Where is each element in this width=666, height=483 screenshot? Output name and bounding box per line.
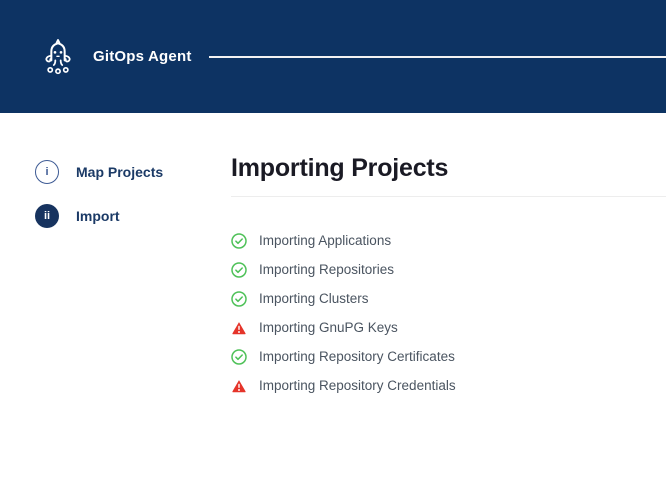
import-status-label: Importing Repositories [259,262,394,277]
page-title: Importing Projects [231,153,666,183]
main-content: Importing Projects Importing Application… [231,113,666,400]
import-status-label: Importing Repository Certificates [259,349,455,364]
import-status-row: Importing Repository Credentials [231,371,666,400]
success-check-icon [231,262,247,278]
step-label: Import [76,208,120,224]
import-status-label: Importing Applications [259,233,391,248]
page-body: i Map Projects ii Import Importing Proje… [0,113,666,400]
import-status-row: Importing Clusters [231,284,666,313]
import-status-label: Importing Clusters [259,291,369,306]
import-status-row: Importing Repository Certificates [231,342,666,371]
success-check-icon [231,233,247,249]
import-status-label: Importing GnuPG Keys [259,320,398,335]
step-number-badge: ii [35,204,59,228]
import-status-label: Importing Repository Credentials [259,378,456,393]
gitops-octopus-logo-icon [38,34,78,80]
app-title: GitOps Agent [93,48,192,65]
wizard-stepper: i Map Projects ii Import [0,113,231,400]
title-divider-line [231,196,666,197]
import-status-row: Importing Repositories [231,255,666,284]
import-status-row: Importing GnuPG Keys [231,313,666,342]
step-label: Map Projects [76,164,163,180]
step-map-projects[interactable]: i Map Projects [35,160,231,184]
import-status-row: Importing Applications [231,226,666,255]
step-import[interactable]: ii Import [35,204,231,228]
app-header: GitOps Agent [0,0,666,113]
header-divider-line [209,56,666,58]
import-status-list: Importing Applications Importing Reposit… [231,226,666,400]
step-number-badge: i [35,160,59,184]
error-warning-triangle-icon [231,378,247,394]
success-check-icon [231,291,247,307]
success-check-icon [231,349,247,365]
error-warning-triangle-icon [231,320,247,336]
